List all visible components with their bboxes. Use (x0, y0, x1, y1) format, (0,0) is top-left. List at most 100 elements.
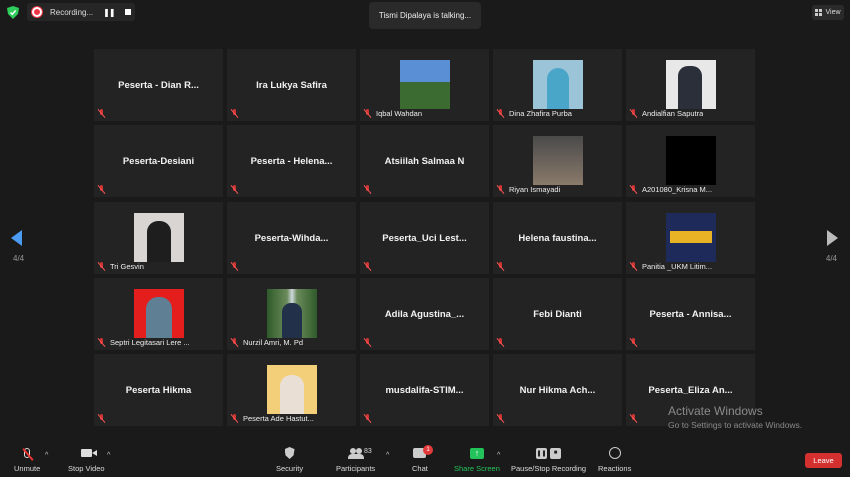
participant-tile[interactable]: Peserta - Helena... (227, 125, 356, 197)
participant-name: Ira Lukya Safira (256, 80, 327, 91)
participant-label: Peserta Ade Hastut... (243, 414, 314, 423)
participant-tile[interactable]: Nur Hikma Ach... (493, 354, 622, 426)
video-camera-icon (80, 449, 97, 457)
tile-footer (97, 414, 106, 423)
video-options-caret-icon[interactable]: ^ (107, 452, 110, 459)
chat-label: Chat (412, 464, 428, 473)
view-button[interactable]: View (812, 5, 844, 20)
muted-mic-icon (97, 185, 106, 194)
participant-name: Peserta Hikma (125, 385, 192, 396)
tile-footer (496, 338, 505, 347)
pause-recording-icon[interactable]: ❚❚ (103, 8, 115, 17)
participant-label: Panitia _UKM Litim... (642, 262, 713, 271)
tile-footer (363, 262, 372, 271)
tile-footer: Septri Legitasari Lere ... (97, 338, 190, 347)
grid-view-icon (815, 9, 823, 16)
leave-button[interactable]: Leave (805, 453, 842, 468)
stop-recording-icon[interactable] (124, 9, 131, 15)
muted-mic-icon (363, 414, 372, 423)
muted-mic-icon (363, 262, 372, 271)
participant-tile[interactable]: Iqbal Wahdan (360, 49, 489, 121)
reactions-button[interactable]: Reactions (598, 446, 631, 473)
participant-tile[interactable]: musdalifa-STIM... (360, 354, 489, 426)
muted-mic-icon (97, 109, 106, 118)
participant-label: Dina Zhafira Purba (509, 109, 572, 118)
view-label: View (825, 9, 841, 16)
tile-footer: Peserta Ade Hastut... (230, 414, 314, 423)
participant-tile[interactable]: Septri Legitasari Lere ... (94, 278, 223, 350)
participant-tile[interactable]: Ira Lukya Safira (227, 49, 356, 121)
participant-tile[interactable]: Peserta Hikma (94, 354, 223, 426)
share-screen-button[interactable]: ↑ Share Screen (454, 446, 500, 473)
stop-video-button[interactable]: Stop Video (68, 446, 105, 473)
participant-tile[interactable]: Febi Dianti (493, 278, 622, 350)
previous-page-arrow-icon[interactable] (11, 230, 22, 246)
participant-name: musdalifa-STIM... (385, 385, 464, 396)
participant-label: Nurzil Amri, M. Pd (243, 338, 304, 347)
security-button[interactable]: Security (276, 446, 303, 473)
share-options-caret-icon[interactable]: ^ (497, 452, 500, 459)
muted-mic-icon (496, 262, 505, 271)
next-page-arrow-icon[interactable] (827, 230, 838, 246)
participant-tile[interactable]: Peserta - Dian R... (94, 49, 223, 121)
participant-name: Atsiilah Salmaa N (384, 156, 465, 167)
activate-windows-subtitle: Go to Settings to activate Windows. (668, 420, 803, 430)
muted-mic-icon (230, 185, 239, 194)
pause-stop-recording-label: Pause/Stop Recording (511, 464, 587, 473)
participant-tile[interactable]: Peserta Ade Hastut... (227, 354, 356, 426)
participant-count: 83 (364, 448, 372, 455)
participant-tile[interactable]: Helena faustina... (493, 202, 622, 274)
participant-tile[interactable]: Peserta_Uci Lest... (360, 202, 489, 274)
active-speaker-banner: Tismi Dipalaya is talking... (369, 2, 481, 29)
tile-footer (496, 414, 505, 423)
activate-windows-title: Activate Windows (668, 404, 763, 418)
muted-mic-icon (496, 185, 505, 194)
recording-dot-icon (32, 7, 42, 17)
participant-tile[interactable]: Andialfian Saputra (626, 49, 755, 121)
participant-tile[interactable]: Atsiilah Salmaa N (360, 125, 489, 197)
muted-mic-icon (230, 414, 239, 423)
muted-mic-icon (629, 185, 638, 194)
participant-video (533, 136, 583, 185)
participant-video (134, 213, 184, 262)
participant-name: Helena faustina... (518, 233, 597, 244)
muted-mic-icon (230, 338, 239, 347)
stop-icon: ■ (550, 447, 562, 459)
security-label: Security (276, 464, 304, 473)
participant-tile[interactable]: Adila Agustina_... (360, 278, 489, 350)
participant-video (666, 136, 716, 185)
participant-tile[interactable]: Peserta-Wihda... (227, 202, 356, 274)
muted-mic-icon (97, 414, 106, 423)
unmute-label: Unmute (14, 464, 41, 473)
recording-label: Recording... (50, 7, 94, 17)
shield-icon (284, 447, 295, 459)
participants-caret-icon[interactable]: ^ (386, 452, 389, 459)
participant-video (267, 365, 317, 414)
audio-options-caret-icon[interactable]: ^ (45, 452, 48, 459)
participant-name: Peserta - Annisa... (649, 309, 732, 320)
participant-name: Adila Agustina_... (384, 309, 465, 320)
participant-tile[interactable]: Nurzil Amri, M. Pd (227, 278, 356, 350)
participant-label: Andialfian Saputra (642, 109, 704, 118)
share-screen-icon: ↑ (469, 447, 484, 459)
participant-tile[interactable]: Panitia _UKM Litim... (626, 202, 755, 274)
participant-tile[interactable]: Peserta - Annisa... (626, 278, 755, 350)
reactions-smile-icon (608, 447, 621, 459)
participant-tile[interactable]: Riyan Ismayadi (493, 125, 622, 197)
participant-tile[interactable]: Dina Zhafira Purba (493, 49, 622, 121)
page-indicator-right: 4/4 (825, 254, 837, 263)
participant-label: A201080_Krisna M... (642, 185, 713, 194)
unmute-button[interactable]: Unmute (14, 446, 40, 473)
participant-name: Peserta_Uci Lest... (382, 233, 467, 244)
tile-footer: Tri Gesvin (97, 262, 144, 271)
participant-video (134, 289, 184, 338)
microphone-muted-icon (22, 448, 34, 461)
participant-tile[interactable]: Peserta-Desiani (94, 125, 223, 197)
participant-tile[interactable]: Tri Gesvin (94, 202, 223, 274)
participant-label: Tri Gesvin (110, 262, 144, 271)
participant-tile[interactable]: A201080_Krisna M... (626, 125, 755, 197)
participant-name: Peserta - Helena... (250, 156, 333, 167)
tile-footer (97, 109, 106, 118)
tile-footer (230, 262, 239, 271)
pause-stop-recording-button[interactable]: ❚❚ ■ Pause/Stop Recording (511, 446, 586, 473)
